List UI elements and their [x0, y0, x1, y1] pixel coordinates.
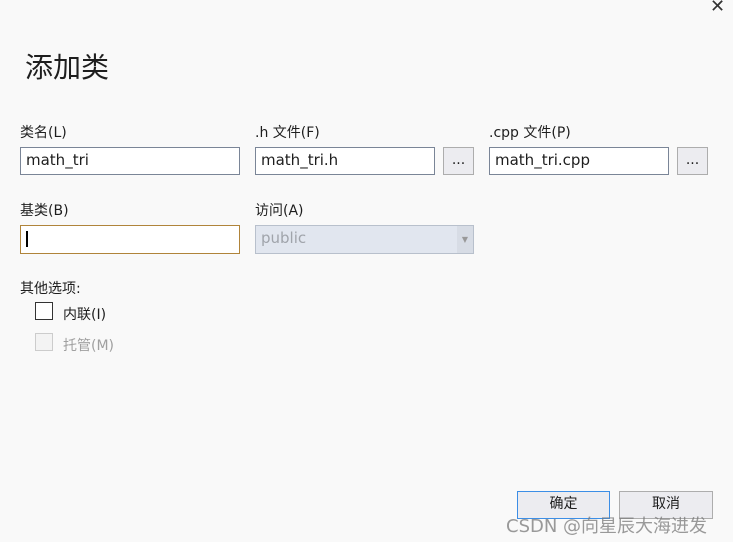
access-label: 访问(A): [255, 203, 304, 219]
access-select[interactable]: public ▼: [255, 225, 474, 254]
managed-checkbox: [35, 333, 53, 351]
class-name-label: 类名(L): [20, 125, 67, 141]
cpp-file-browse-button[interactable]: ...: [677, 147, 708, 175]
base-class-input[interactable]: [20, 225, 240, 254]
watermark: CSDN @向星辰大海进发: [506, 516, 708, 537]
class-name-input[interactable]: math_tri: [20, 147, 240, 175]
base-class-label: 基类(B): [20, 203, 69, 219]
managed-label: 托管(M): [63, 338, 115, 354]
close-icon[interactable]: ✕: [710, 0, 725, 17]
h-file-input[interactable]: math_tri.h: [255, 147, 435, 175]
h-file-label: .h 文件(F): [255, 125, 320, 141]
h-file-browse-button[interactable]: ...: [443, 147, 474, 175]
access-value: public: [261, 229, 307, 247]
other-options-label: 其他选项:: [20, 281, 81, 297]
cpp-file-label: .cpp 文件(P): [489, 125, 571, 141]
inline-label: 内联(I): [63, 307, 107, 323]
dialog-title: 添加类: [25, 51, 110, 84]
cpp-file-input[interactable]: math_tri.cpp: [489, 147, 669, 175]
text-cursor: [26, 230, 28, 247]
inline-checkbox[interactable]: [35, 302, 53, 320]
chevron-down-icon: ▼: [457, 226, 473, 253]
